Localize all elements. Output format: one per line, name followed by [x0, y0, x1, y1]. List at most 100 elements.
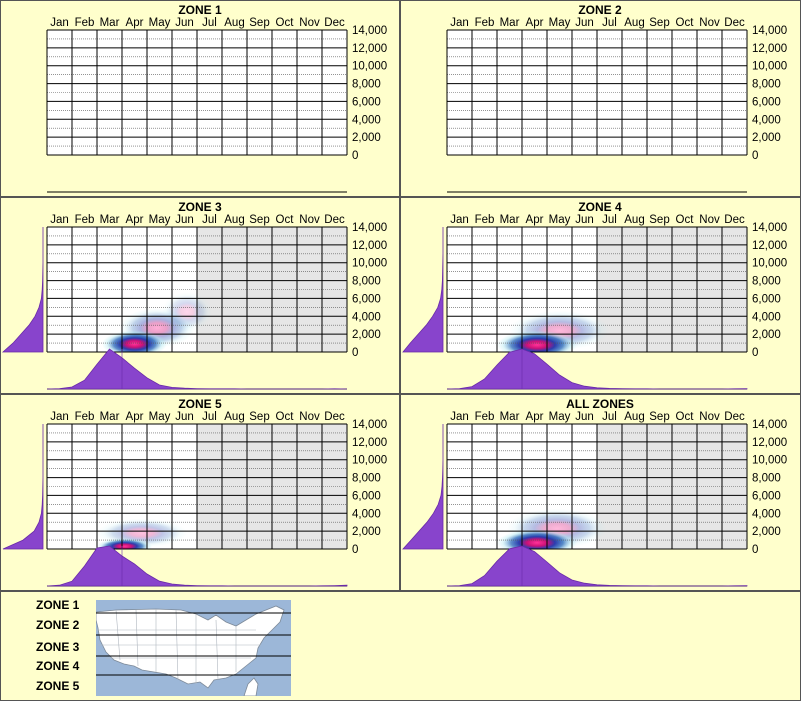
- month-label: Apr: [126, 214, 144, 226]
- month-label: Nov: [699, 17, 720, 29]
- month-label: Nov: [299, 17, 320, 29]
- month-label: Sep: [649, 214, 669, 226]
- month-label: Apr: [126, 17, 144, 29]
- month-label: Feb: [475, 17, 495, 29]
- y-tick-label: 14,000: [752, 25, 787, 37]
- y-tick-label: 4,000: [752, 508, 781, 520]
- y-tick-label: 0: [752, 150, 758, 162]
- month-label: Dec: [724, 17, 745, 29]
- y-tick-label: 8,000: [752, 473, 781, 485]
- month-label: Nov: [699, 411, 720, 423]
- month-label: May: [149, 411, 171, 423]
- month-label: Oct: [276, 214, 295, 226]
- y-tick-label: 14,000: [352, 25, 387, 37]
- y-tick-label: 2,000: [352, 132, 381, 144]
- month-label: Jan: [450, 214, 469, 226]
- month-label: Aug: [224, 17, 244, 29]
- month-label: Jan: [50, 17, 69, 29]
- month-label: Nov: [299, 411, 320, 423]
- panel-title: ZONE 1: [178, 3, 222, 17]
- month-label: Jul: [202, 17, 217, 29]
- month-label: Jun: [175, 411, 194, 423]
- chart-panel: ZONE 3 Jan Feb Mar Apr May Jun Jul Aug Sep Oct Nov D…: [1, 200, 387, 390]
- y-tick-label: 14,000: [352, 222, 387, 234]
- y-tick-label: 10,000: [752, 61, 787, 73]
- month-label: Jan: [450, 411, 469, 423]
- month-label: Jun: [575, 214, 594, 226]
- y-tick-label: 12,000: [352, 437, 387, 449]
- month-label: Jul: [602, 17, 617, 29]
- y-tick-label: 14,000: [752, 222, 787, 234]
- y-tick-label: 10,000: [352, 258, 387, 270]
- y-tick-label: 2,000: [352, 329, 381, 341]
- month-marginal-area: [446, 545, 748, 587]
- elevation-marginal-area: [402, 424, 444, 550]
- month-label: Feb: [475, 214, 495, 226]
- month-label: Sep: [649, 411, 669, 423]
- month-label: Apr: [126, 411, 144, 423]
- month-label: Apr: [526, 411, 544, 423]
- legend-zone-5-label: ZONE 5: [36, 679, 80, 693]
- month-label: Dec: [324, 411, 345, 423]
- month-label: Aug: [624, 411, 644, 423]
- month-label: Apr: [526, 17, 544, 29]
- month-label: Jan: [450, 17, 469, 29]
- month-label: Dec: [724, 411, 745, 423]
- month-label: Sep: [249, 411, 269, 423]
- legend-zone-2-label: ZONE 2: [36, 618, 80, 632]
- panel-title: ALL ZONES: [566, 397, 634, 411]
- zone-map: [96, 600, 291, 696]
- month-label: Dec: [724, 214, 745, 226]
- month-label: Apr: [526, 214, 544, 226]
- month-label: Oct: [676, 411, 695, 423]
- month-label: Aug: [624, 17, 644, 29]
- legend-zone-4-label: ZONE 4: [36, 659, 80, 673]
- month-label: Aug: [224, 411, 244, 423]
- y-tick-label: 4,000: [352, 508, 381, 520]
- month-label: Feb: [475, 411, 495, 423]
- zone-map-image: [96, 605, 291, 696]
- month-label: Jun: [175, 17, 194, 29]
- panel-title: ZONE 3: [178, 200, 222, 214]
- month-marginal-area: [46, 348, 348, 390]
- month-label: Sep: [649, 17, 669, 29]
- y-tick-label: 2,000: [352, 526, 381, 538]
- y-tick-label: 12,000: [352, 43, 387, 55]
- elevation-marginal-area: [402, 227, 444, 353]
- y-tick-label: 6,000: [752, 293, 781, 305]
- month-label: Mar: [500, 17, 520, 29]
- y-tick-label: 4,000: [752, 311, 781, 323]
- month-label: Feb: [75, 17, 95, 29]
- month-label: Mar: [100, 214, 120, 226]
- month-label: May: [549, 411, 571, 423]
- y-tick-label: 12,000: [752, 240, 787, 252]
- month-label: Jun: [175, 214, 194, 226]
- y-tick-label: 4,000: [352, 311, 381, 323]
- month-label: Jul: [602, 411, 617, 423]
- y-tick-label: 10,000: [752, 455, 787, 467]
- y-tick-label: 2,000: [752, 132, 781, 144]
- month-label: Jun: [575, 411, 594, 423]
- month-label: Feb: [75, 214, 95, 226]
- month-label: Mar: [100, 17, 120, 29]
- chart-panel: ZONE 4 Jan Feb Mar Apr May Jun Jul Aug Sep Oct Nov D…: [402, 200, 787, 390]
- month-label: Aug: [624, 214, 644, 226]
- month-label: Jun: [575, 17, 594, 29]
- legend-zone-3-label: ZONE 3: [36, 640, 80, 654]
- month-label: Jul: [602, 214, 617, 226]
- month-label: May: [549, 17, 571, 29]
- panel-title: ZONE 2: [578, 3, 622, 17]
- y-tick-label: 6,000: [752, 490, 781, 502]
- month-label: Oct: [676, 17, 695, 29]
- month-label: May: [549, 214, 571, 226]
- elevation-marginal-area: [1, 227, 44, 353]
- month-label: Mar: [100, 411, 120, 423]
- y-tick-label: 6,000: [352, 96, 381, 108]
- legend-zone-1-label: ZONE 1: [36, 598, 80, 612]
- y-tick-label: 4,000: [752, 114, 781, 126]
- month-label: Dec: [324, 17, 345, 29]
- chart-panel: ZONE 2 Jan Feb Mar Apr May Jun Jul Aug Sep Oct Nov D…: [446, 3, 787, 193]
- month-label: Oct: [676, 214, 695, 226]
- y-tick-label: 0: [752, 347, 758, 359]
- y-tick-label: 0: [752, 544, 758, 556]
